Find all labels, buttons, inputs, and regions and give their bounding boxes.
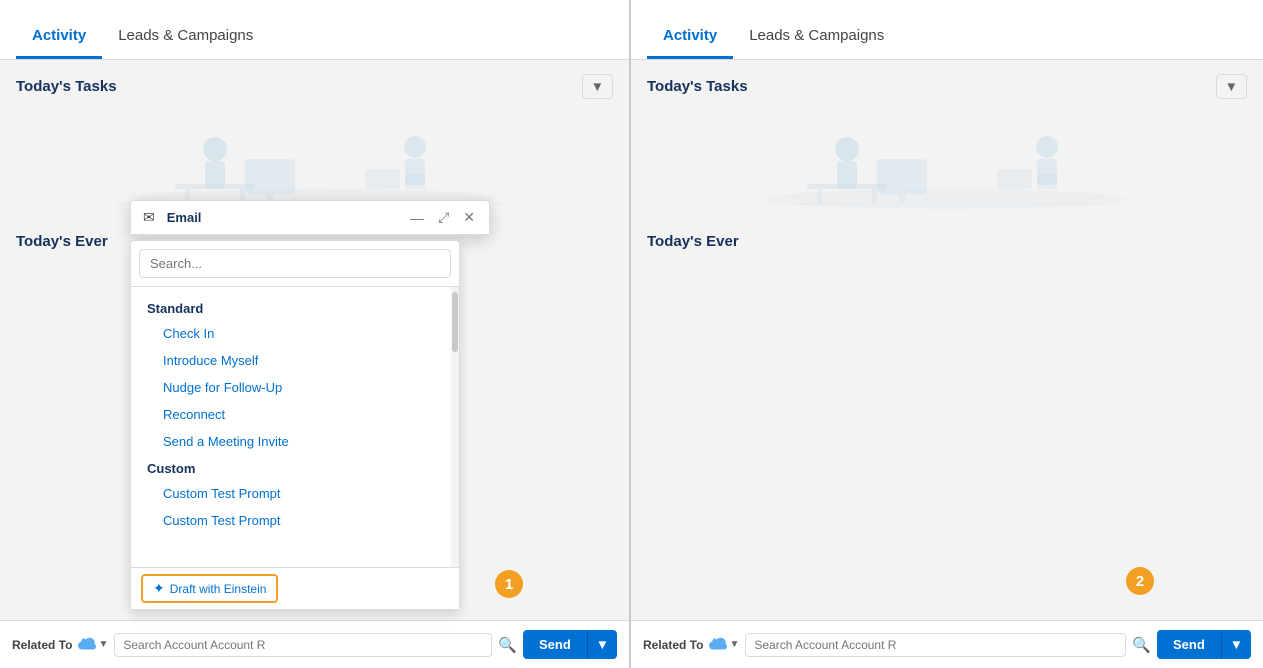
step-badge-2: 2 [1126, 567, 1154, 595]
left-related-icon: ▼ [78, 636, 108, 654]
left-draft-btn-label: Draft with Einstein [170, 582, 267, 596]
left-email-modal: ✉ Email — ⤢ ✕ [130, 200, 490, 236]
right-send-button[interactable]: Send [1157, 630, 1221, 659]
left-tab-leads[interactable]: Leads & Campaigns [102, 27, 269, 59]
template-scrollbar[interactable] [451, 287, 459, 567]
left-tabs: Activity Leads & Campaigns [0, 0, 629, 60]
right-tasks-header: Today's Tasks ▼ [631, 60, 1263, 109]
right-events-section: Today's Ever [631, 219, 1263, 250]
left-email-icon: ✉ [143, 209, 155, 226]
template-scroll-area: Standard Check In Introduce Myself Nudge… [131, 287, 459, 567]
right-events-title: Today's Ever [647, 233, 739, 250]
left-modal-title: Email [167, 210, 408, 225]
template-item-custom-2[interactable]: Custom Test Prompt [131, 507, 459, 534]
left-close-button[interactable]: ✕ [461, 209, 477, 226]
salesforce-cloud-icon [78, 636, 96, 654]
template-item-meeting[interactable]: Send a Meeting Invite [131, 428, 459, 455]
left-related-to-label: Related To [12, 638, 72, 652]
template-search-area [131, 241, 459, 287]
left-send-group: Send ▼ [523, 630, 617, 659]
right-panel: Activity Leads & Campaigns Today's Tasks… [631, 0, 1263, 668]
einstein-star-icon: ✦ [153, 580, 165, 597]
right-tab-leads[interactable]: Leads & Campaigns [733, 27, 900, 59]
right-tabs: Activity Leads & Campaigns [631, 0, 1263, 60]
right-send-dropdown-button[interactable]: ▼ [1221, 630, 1251, 659]
left-tab-activity[interactable]: Activity [16, 27, 102, 59]
step-badge-1: 1 [495, 570, 523, 598]
custom-section-label: Custom [131, 455, 459, 480]
right-cloud-icon [709, 636, 727, 654]
left-send-dropdown-button[interactable]: ▼ [587, 630, 617, 659]
right-tasks-title: Today's Tasks [647, 78, 748, 95]
left-tasks-header: Today's Tasks ▼ [0, 60, 629, 109]
template-dropdown: Standard Check In Introduce Myself Nudge… [130, 240, 460, 610]
standard-section-label: Standard [131, 295, 459, 320]
left-send-bar: Related To ▼ 🔍 Send ▼ [0, 620, 629, 668]
left-modal-controls: — ⤢ ✕ [408, 209, 477, 226]
template-item-reconnect[interactable]: Reconnect [131, 401, 459, 428]
left-minimize-button[interactable]: — [408, 209, 426, 226]
right-arrow-icon: ▼ [729, 639, 739, 650]
right-search-account-input[interactable] [745, 633, 1126, 657]
right-illustration [631, 109, 1263, 219]
right-related-to-label: Related To [643, 638, 703, 652]
left-search-account-input[interactable] [114, 633, 492, 657]
left-expand-button[interactable]: ⤢ [436, 209, 451, 226]
right-tasks-chevron[interactable]: ▼ [1216, 74, 1247, 99]
template-item-introduce[interactable]: Introduce Myself [131, 347, 459, 374]
left-tasks-title: Today's Tasks [16, 78, 117, 95]
left-draft-bar: ✦ Draft with Einstein [131, 567, 459, 609]
template-scrollbar-thumb [452, 292, 458, 352]
right-related-icon: ▼ [709, 636, 739, 654]
template-item-check-in[interactable]: Check In [131, 320, 459, 347]
right-send-group: Send ▼ [1157, 630, 1251, 659]
left-tasks-chevron[interactable]: ▼ [582, 74, 613, 99]
template-list: Standard Check In Introduce Myself Nudge… [131, 287, 459, 542]
template-search-input[interactable] [139, 249, 451, 278]
left-search-icon[interactable]: 🔍 [498, 636, 517, 654]
right-send-bar: Related To ▼ 🔍 Send ▼ [631, 620, 1263, 668]
left-events-title: Today's Ever [16, 233, 108, 250]
left-arrow-icon: ▼ [98, 639, 108, 650]
left-draft-einstein-button[interactable]: ✦ Draft with Einstein [141, 574, 278, 603]
left-send-button[interactable]: Send [523, 630, 587, 659]
left-panel: Activity Leads & Campaigns Today's Tasks… [0, 0, 631, 668]
right-tab-activity[interactable]: Activity [647, 27, 733, 59]
right-search-icon[interactable]: 🔍 [1132, 636, 1151, 654]
template-item-custom-1[interactable]: Custom Test Prompt [131, 480, 459, 507]
template-item-nudge[interactable]: Nudge for Follow-Up [131, 374, 459, 401]
left-modal-header: ✉ Email — ⤢ ✕ [131, 201, 489, 235]
